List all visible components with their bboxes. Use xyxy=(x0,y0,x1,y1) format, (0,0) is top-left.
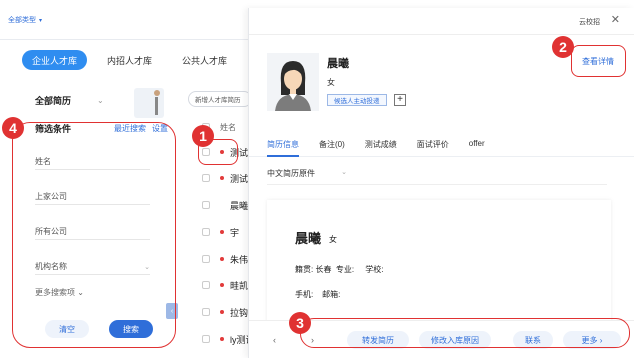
prev-icon[interactable]: ‹ xyxy=(273,335,276,345)
resume-basic-info: 籍贯: 长春 专业: 学校: xyxy=(295,265,384,274)
list-item[interactable]: ly测试 xyxy=(202,331,255,347)
list-item[interactable]: 朱伟 xyxy=(202,251,248,267)
row-checkbox[interactable] xyxy=(202,228,210,236)
candidate-gender: 女 xyxy=(327,78,335,87)
chevron-down-icon: ⌄ xyxy=(97,96,104,105)
candidate-name: 晨曦 xyxy=(230,200,249,211)
chevron-down-icon: ▾ xyxy=(39,17,43,24)
candidate-name: 晨曦 xyxy=(327,58,349,70)
list-item[interactable]: 拉钩 xyxy=(202,304,248,320)
tab-resume-info[interactable]: 简历信息 xyxy=(267,139,299,150)
annotation-badge-1: 1 xyxy=(192,125,214,147)
tab-notes[interactable]: 备注(0) xyxy=(319,139,345,150)
annotation-box-4 xyxy=(12,122,176,348)
chevron-down-icon: ⌄ xyxy=(341,169,347,176)
annotation-badge-2: 2 xyxy=(552,36,574,58)
row-checkbox[interactable] xyxy=(202,174,210,182)
annotation-badge-4: 4 xyxy=(2,117,24,139)
candidate-name: 畦凯 xyxy=(230,280,249,291)
list-item[interactable]: 宇 xyxy=(202,224,239,240)
tab-interview-eval[interactable]: 面试评价 xyxy=(417,139,449,150)
candidate-list: 新增人才库简历 姓名 测试 测试 晨曦 宇 朱伟 畦凯 拉钩 ly测试 xyxy=(180,80,255,350)
row-checkbox[interactable] xyxy=(202,201,210,209)
candidate-name: 拉钩 xyxy=(230,307,249,318)
unread-dot xyxy=(220,176,224,180)
tab-enterprise-pool[interactable]: 企业人才库 xyxy=(22,50,88,70)
candidate-name: 宇 xyxy=(230,227,240,238)
annotation-box-2 xyxy=(571,45,626,77)
row-checkbox[interactable] xyxy=(202,335,210,343)
resume-gender: 女 xyxy=(329,235,337,244)
unread-dot xyxy=(220,310,224,314)
divider xyxy=(267,184,607,185)
all-resume-select[interactable]: 全部简历 ⌄ xyxy=(35,94,104,107)
tab-test-scores[interactable]: 测试成绩 xyxy=(365,139,397,150)
list-item[interactable]: 畦凯 xyxy=(202,277,248,293)
original-resume-label: 中文简历原件 xyxy=(267,169,315,178)
row-checkbox[interactable] xyxy=(202,308,210,316)
library-tabs: 企业人才库 内招人才库 公共人才库 通 xyxy=(22,50,276,70)
row-checkbox[interactable] xyxy=(202,255,210,263)
resume-contact-info: 手机: 邮箱: xyxy=(295,290,341,299)
candidate-name: 测试 xyxy=(230,173,249,184)
list-item[interactable]: 测试 xyxy=(202,170,248,186)
column-name-header: 姓名 xyxy=(220,122,236,132)
divider xyxy=(249,156,634,157)
annotation-box-3 xyxy=(300,318,630,348)
drawer-title: 云校招 xyxy=(579,19,600,26)
tab-public-pool[interactable]: 公共人才库 xyxy=(172,50,237,70)
list-item[interactable]: 晨曦 xyxy=(202,197,248,213)
person-icon xyxy=(267,53,319,111)
original-resume-select[interactable]: 中文简历原件 ⌄ xyxy=(267,168,347,179)
unread-dot xyxy=(220,257,224,261)
avatar xyxy=(267,53,319,111)
source-tag: 候选人主动投递 xyxy=(327,94,387,106)
close-icon[interactable]: ✕ xyxy=(611,13,620,26)
divider xyxy=(249,34,634,35)
type-select[interactable]: 全部类型 ▾ xyxy=(8,15,42,25)
unread-dot xyxy=(220,337,224,341)
active-tab-indicator xyxy=(267,155,299,157)
row-checkbox[interactable] xyxy=(202,281,210,289)
unread-dot xyxy=(220,283,224,287)
unread-dot xyxy=(220,230,224,234)
resume-name: 晨曦 xyxy=(295,231,322,246)
type-select-label: 全部类型 xyxy=(8,17,36,24)
candidate-name: 朱伟 xyxy=(230,254,249,265)
resume-tabs: 简历信息 备注(0) 测试成绩 面试评价 offer xyxy=(267,139,485,150)
tab-internal-pool[interactable]: 内招人才库 xyxy=(97,50,162,70)
all-resume-label: 全部简历 xyxy=(35,96,72,106)
annotation-badge-3: 3 xyxy=(289,312,311,334)
illustration xyxy=(134,88,164,118)
add-tag-button[interactable]: + xyxy=(394,94,406,106)
new-pool-resume-button[interactable]: 新增人才库简历 xyxy=(188,91,252,107)
tab-offer[interactable]: offer xyxy=(469,139,485,150)
